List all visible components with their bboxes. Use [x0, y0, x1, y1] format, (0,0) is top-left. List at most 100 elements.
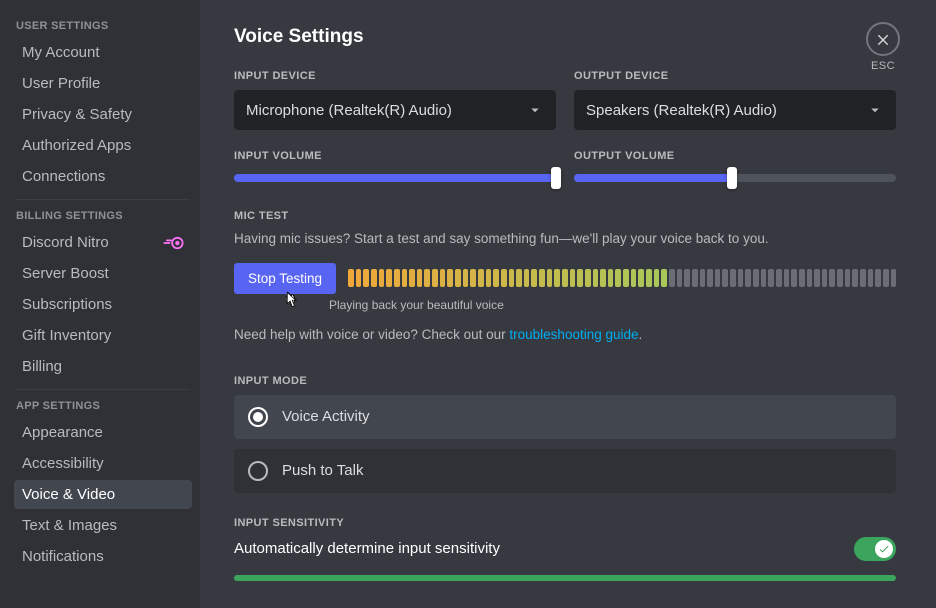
- meter-segment: [631, 269, 637, 287]
- sidebar-section-header: App Settings: [14, 400, 192, 418]
- stop-testing-button[interactable]: Stop Testing: [234, 263, 336, 294]
- chevron-down-icon: [526, 101, 544, 119]
- meter-segment: [554, 269, 560, 287]
- meter-segment: [722, 269, 728, 287]
- meter-segment: [868, 269, 874, 287]
- settings-sidebar: User Settings My Account User Profile Priva…: [0, 0, 200, 608]
- sidebar-section-header: User Settings: [14, 20, 192, 38]
- meter-segment: [585, 269, 591, 287]
- meter-segment: [394, 269, 400, 287]
- sidebar-item-billing[interactable]: Billing: [14, 352, 192, 381]
- meter-segment: [860, 269, 866, 287]
- radio-label: Push to Talk: [282, 462, 363, 479]
- meter-segment: [486, 269, 492, 287]
- sidebar-item-privacy-safety[interactable]: Privacy & Safety: [14, 100, 192, 129]
- sidebar-item-notifications[interactable]: Notifications: [14, 542, 192, 571]
- meter-segment: [440, 269, 446, 287]
- sidebar-item-subscriptions[interactable]: Subscriptions: [14, 290, 192, 319]
- meter-segment: [822, 269, 828, 287]
- meter-segment: [684, 269, 690, 287]
- sidebar-item-user-profile[interactable]: User Profile: [14, 69, 192, 98]
- meter-segment: [570, 269, 576, 287]
- input-mode-label: Input Mode: [234, 375, 896, 387]
- meter-segment: [845, 269, 851, 287]
- meter-segment: [738, 269, 744, 287]
- mic-level-meter: [348, 269, 896, 287]
- meter-segment: [776, 269, 782, 287]
- sidebar-item-label: Connections: [22, 168, 105, 185]
- meter-segment: [638, 269, 644, 287]
- output-volume-label: Output Volume: [574, 150, 896, 162]
- meter-segment: [470, 269, 476, 287]
- input-volume-slider[interactable]: [234, 174, 556, 182]
- troubleshooting-link[interactable]: troubleshooting guide: [509, 327, 638, 342]
- sidebar-item-label: Billing: [22, 358, 62, 375]
- sidebar-item-label: User Profile: [22, 75, 100, 92]
- sidebar-item-label: My Account: [22, 44, 100, 61]
- radio-label: Voice Activity: [282, 408, 370, 425]
- input-mode-push-to-talk[interactable]: Push to Talk: [234, 449, 896, 493]
- meter-segment: [615, 269, 621, 287]
- output-volume-slider[interactable]: [574, 174, 896, 182]
- meter-segment: [516, 269, 522, 287]
- meter-segment: [730, 269, 736, 287]
- meter-segment: [814, 269, 820, 287]
- sidebar-item-my-account[interactable]: My Account: [14, 38, 192, 67]
- cursor-icon: [284, 291, 302, 311]
- meter-segment: [600, 269, 606, 287]
- auto-sensitivity-toggle[interactable]: [854, 537, 896, 561]
- sidebar-item-label: Privacy & Safety: [22, 106, 132, 123]
- divider: [16, 389, 190, 390]
- meter-segment: [356, 269, 362, 287]
- meter-segment: [593, 269, 599, 287]
- sidebar-item-connections[interactable]: Connections: [14, 162, 192, 191]
- sidebar-item-gift-inventory[interactable]: Gift Inventory: [14, 321, 192, 350]
- mic-help-text: Need help with voice or video? Check out…: [234, 326, 896, 345]
- chevron-down-icon: [866, 101, 884, 119]
- input-sensitivity-label: Input Sensitivity: [234, 517, 896, 529]
- meter-segment: [348, 269, 354, 287]
- output-device-label: Output Device: [574, 70, 896, 82]
- toggle-knob: [875, 540, 893, 558]
- sidebar-item-label: Accessibility: [22, 455, 104, 472]
- meter-segment: [807, 269, 813, 287]
- mic-playback-text: Playing back your beautiful voice: [329, 298, 896, 312]
- sidebar-item-label: Discord Nitro: [22, 234, 109, 251]
- sidebar-item-discord-nitro[interactable]: Discord Nitro: [14, 228, 192, 257]
- sidebar-item-authorized-apps[interactable]: Authorized Apps: [14, 131, 192, 160]
- meter-segment: [463, 269, 469, 287]
- sidebar-item-appearance[interactable]: Appearance: [14, 418, 192, 447]
- slider-thumb[interactable]: [551, 167, 561, 189]
- meter-segment: [875, 269, 881, 287]
- meter-segment: [524, 269, 530, 287]
- sidebar-item-label: Subscriptions: [22, 296, 112, 313]
- meter-segment: [891, 269, 897, 287]
- nitro-badge-icon: [162, 236, 184, 250]
- output-device-select[interactable]: Speakers (Realtek(R) Audio): [574, 90, 896, 130]
- meter-segment: [386, 269, 392, 287]
- meter-segment: [417, 269, 423, 287]
- meter-segment: [424, 269, 430, 287]
- sidebar-item-accessibility[interactable]: Accessibility: [14, 449, 192, 478]
- page-title: Voice Settings: [234, 26, 896, 48]
- slider-thumb[interactable]: [727, 167, 737, 189]
- meter-segment: [768, 269, 774, 287]
- sidebar-item-voice-video[interactable]: Voice & Video: [14, 480, 192, 509]
- meter-segment: [837, 269, 843, 287]
- meter-segment: [478, 269, 484, 287]
- radio-icon: [248, 461, 268, 481]
- close-label: ESC: [866, 60, 900, 72]
- meter-segment: [692, 269, 698, 287]
- input-device-select[interactable]: Microphone (Realtek(R) Audio): [234, 90, 556, 130]
- sidebar-item-label: Authorized Apps: [22, 137, 131, 154]
- output-device-value: Speakers (Realtek(R) Audio): [586, 102, 777, 119]
- meter-segment: [654, 269, 660, 287]
- sidebar-item-server-boost[interactable]: Server Boost: [14, 259, 192, 288]
- sidebar-item-label: Server Boost: [22, 265, 109, 282]
- sidebar-item-text-images[interactable]: Text & Images: [14, 511, 192, 540]
- sidebar-section-header: Billing Settings: [14, 210, 192, 228]
- sidebar-item-label: Appearance: [22, 424, 103, 441]
- divider: [16, 199, 190, 200]
- input-mode-voice-activity[interactable]: Voice Activity: [234, 395, 896, 439]
- close-button[interactable]: ESC: [866, 22, 900, 72]
